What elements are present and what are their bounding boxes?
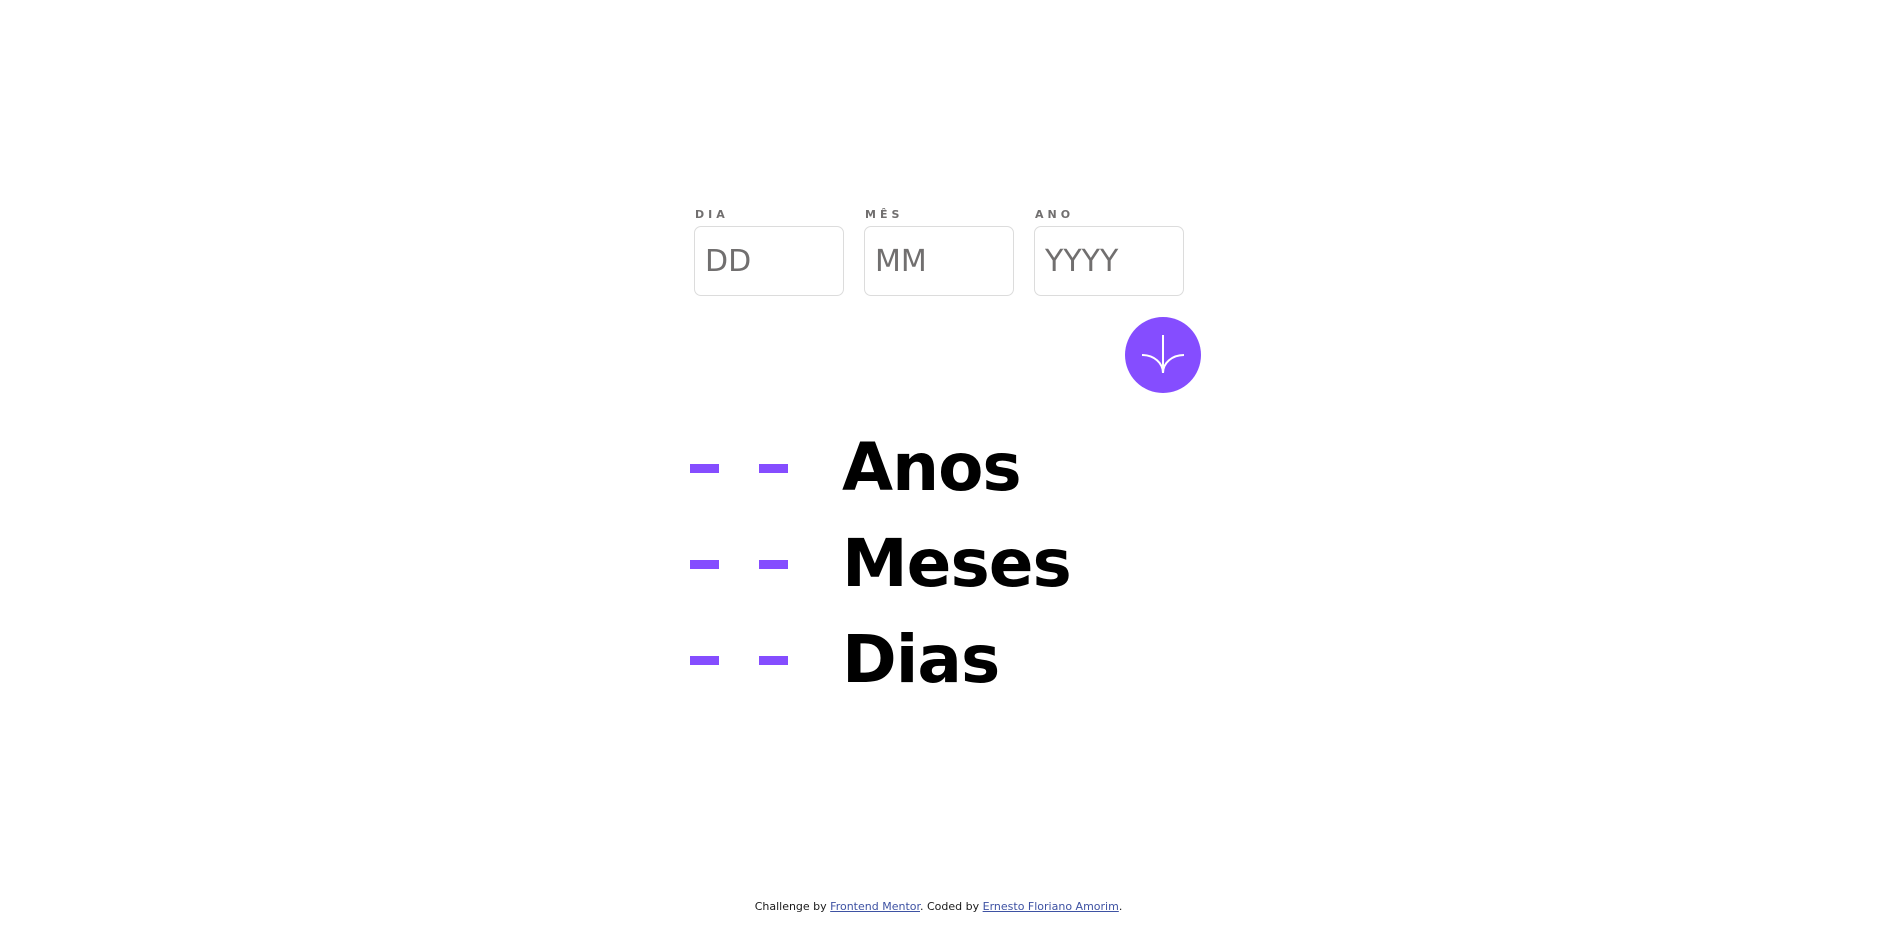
months-value bbox=[690, 559, 842, 569]
placeholder-dash bbox=[759, 463, 788, 473]
day-input[interactable] bbox=[694, 226, 844, 296]
submit-button[interactable] bbox=[1125, 317, 1201, 393]
placeholder-dash bbox=[759, 655, 788, 665]
placeholder-dash bbox=[690, 559, 719, 569]
months-unit: Meses bbox=[842, 525, 1072, 602]
result-years: Anos bbox=[690, 420, 1071, 516]
footer-middle: . Coded by bbox=[920, 900, 983, 913]
age-calculator-card: DIA MÊS ANO bbox=[694, 208, 1214, 296]
placeholder-dash bbox=[690, 463, 719, 473]
submit-row bbox=[1125, 317, 1201, 393]
year-input[interactable] bbox=[1034, 226, 1184, 296]
month-label: MÊS bbox=[865, 208, 904, 221]
year-label: ANO bbox=[1035, 208, 1075, 221]
footer-prefix: Challenge by bbox=[754, 900, 831, 913]
day-label: DIA bbox=[695, 208, 729, 221]
arrow-down-icon bbox=[1141, 335, 1185, 374]
result-months: Meses bbox=[690, 516, 1072, 612]
days-value bbox=[690, 655, 842, 665]
page: DIA MÊS ANO bbox=[0, 0, 1877, 932]
placeholder-dash bbox=[759, 559, 788, 569]
placeholder-dash bbox=[690, 655, 719, 665]
day-field: DIA bbox=[694, 208, 844, 296]
years-value bbox=[690, 463, 842, 473]
frontend-mentor-link[interactable]: Frontend Mentor bbox=[830, 900, 920, 913]
attribution-footer: Challenge by Frontend Mentor. Coded by E… bbox=[0, 900, 1877, 913]
author-link[interactable]: Ernesto Floriano Amorim bbox=[983, 900, 1119, 913]
month-field: MÊS bbox=[864, 208, 1014, 296]
years-unit: Anos bbox=[842, 429, 1022, 506]
days-unit: Dias bbox=[842, 621, 1000, 698]
footer-suffix: . bbox=[1118, 900, 1123, 913]
date-fields: DIA MÊS ANO bbox=[694, 208, 1214, 296]
result-days: Dias bbox=[690, 612, 1071, 708]
results: Anos Meses Dias bbox=[690, 420, 1072, 708]
month-input[interactable] bbox=[864, 226, 1014, 296]
year-field: ANO bbox=[1034, 208, 1184, 296]
